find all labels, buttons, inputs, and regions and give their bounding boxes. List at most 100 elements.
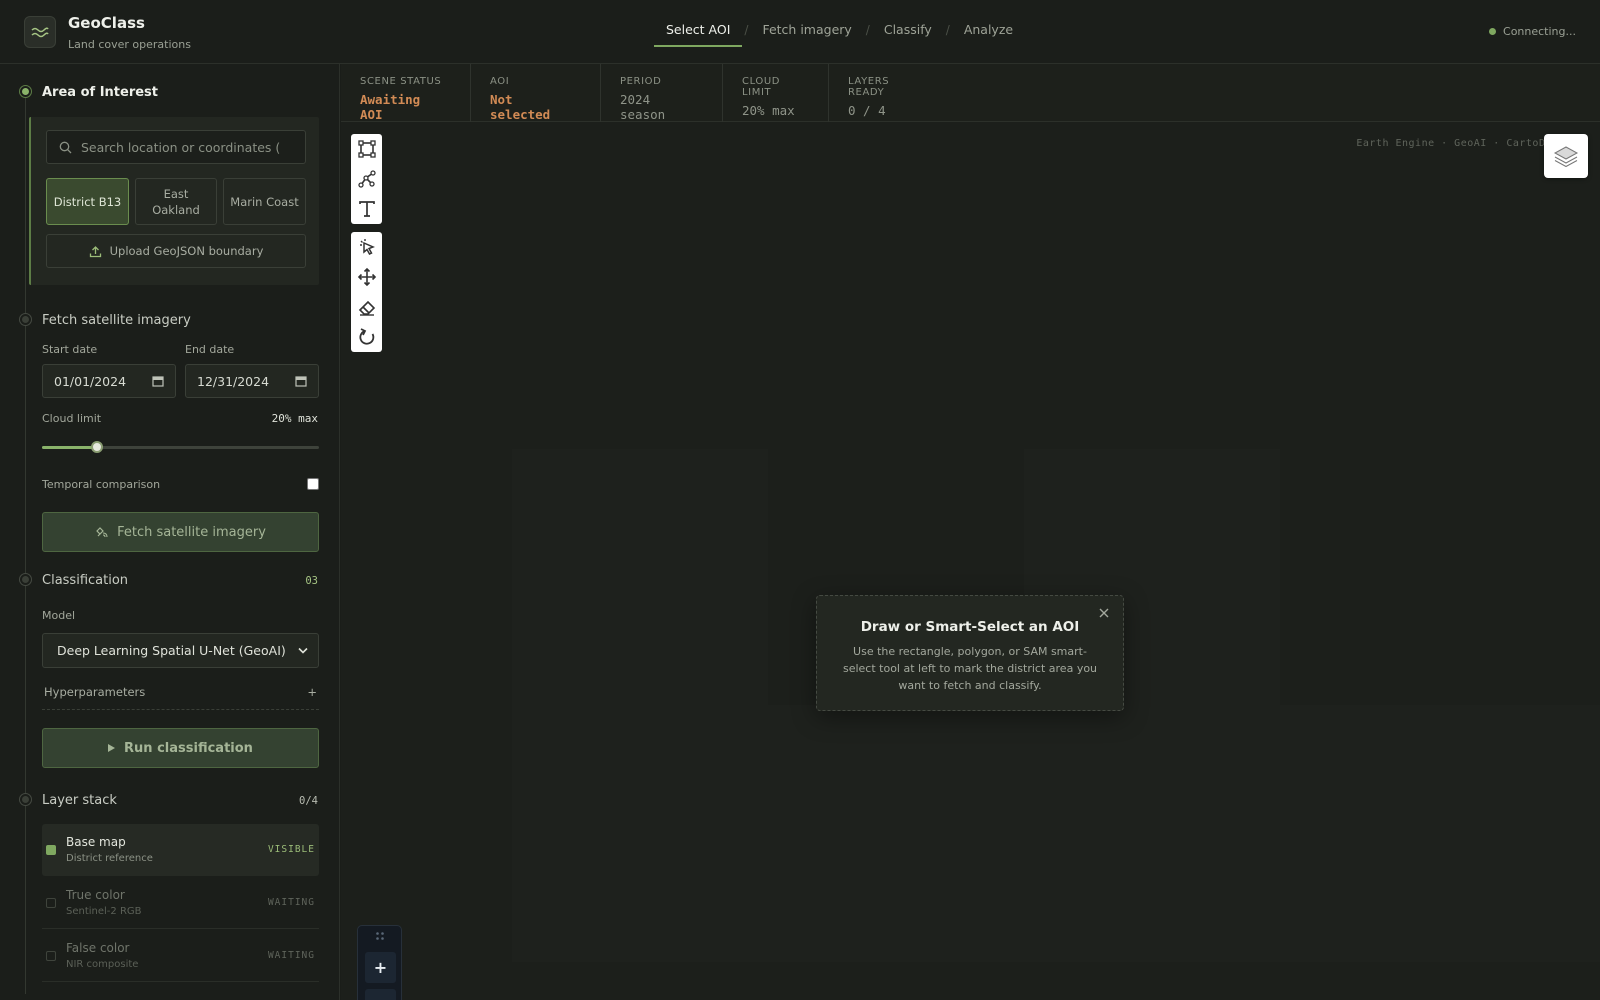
layers-icon bbox=[1553, 146, 1579, 168]
stat-value: Awaiting AOI bbox=[360, 92, 421, 122]
step-fetch-imagery[interactable]: Fetch imagery bbox=[748, 22, 865, 47]
section-dot-aoi bbox=[20, 86, 31, 97]
stat-label: SCENE STATUS bbox=[360, 76, 442, 87]
scene-status-bar: SCENE STATUS Awaiting AOI AOI Not select… bbox=[341, 64, 1600, 122]
temporal-comparison-checkbox[interactable] bbox=[307, 478, 319, 490]
layer-name: True color bbox=[66, 888, 125, 902]
upload-geojson-button[interactable]: Upload GeoJSON boundary bbox=[46, 234, 306, 268]
layer-row-false-color[interactable]: False color NIR composite WAITING bbox=[42, 930, 319, 982]
end-date-input[interactable]: 12/31/2024 bbox=[185, 364, 319, 398]
layer-toggle[interactable] bbox=[46, 951, 56, 961]
search-placeholder: Search location or coordinates (lat, bbox=[81, 139, 281, 155]
draw-rectangle-tool[interactable] bbox=[351, 134, 382, 164]
stat-value: 2024 season bbox=[620, 92, 666, 122]
layer-status: WAITING bbox=[267, 950, 315, 961]
section-title-classification: Classification bbox=[42, 573, 129, 588]
dialog-body: Use the rectangle, polygon, or SAM smart… bbox=[842, 645, 1098, 692]
app-subtitle: Land cover operations bbox=[68, 38, 191, 51]
aoi-panel: Search location or coordinates (lat, Dis… bbox=[29, 117, 319, 285]
layer-desc: Sentinel-2 RGB bbox=[66, 906, 142, 917]
stat-value: 20% max bbox=[742, 103, 795, 118]
edit-toolbar bbox=[351, 232, 382, 352]
close-icon[interactable] bbox=[1099, 608, 1109, 618]
stat-scene-status: SCENE STATUS Awaiting AOI bbox=[341, 64, 471, 122]
layer-toggle[interactable] bbox=[46, 845, 56, 855]
step-classify[interactable]: Classify bbox=[870, 22, 946, 47]
fetch-imagery-button[interactable]: Fetch satellite imagery bbox=[42, 512, 319, 552]
model-label: Model bbox=[42, 609, 76, 622]
zoom-out-button[interactable] bbox=[365, 989, 396, 1000]
cursor-click-icon bbox=[359, 239, 375, 255]
rotate-icon bbox=[358, 328, 374, 345]
run-classification-button[interactable]: Run classification bbox=[42, 728, 319, 768]
timeline-line bbox=[25, 94, 26, 994]
layer-status: WAITING bbox=[267, 897, 315, 908]
stat-label: CLOUD LIMIT bbox=[742, 76, 781, 98]
stat-label: LAYERS READY bbox=[848, 76, 890, 98]
layer-toggle[interactable] bbox=[46, 898, 56, 908]
layer-switcher-button[interactable] bbox=[1544, 134, 1588, 178]
map-tile bbox=[512, 449, 768, 705]
end-date-value: 12/31/2024 bbox=[197, 373, 270, 389]
stat-value: Not selected bbox=[490, 92, 551, 122]
model-select[interactable]: Deep Learning Spatial U-Net (GeoAI) bbox=[42, 633, 319, 668]
upload-icon bbox=[89, 245, 101, 257]
stat-label: AOI bbox=[490, 76, 510, 87]
zoom-control: + bbox=[357, 925, 402, 1000]
drag-handle-icon[interactable] bbox=[375, 931, 385, 941]
stat-period: PERIOD 2024 season bbox=[601, 64, 723, 122]
layer-row-base-map[interactable]: Base map District reference VISIBLE bbox=[42, 824, 319, 876]
map-canvas[interactable]: Earth Engine · GeoAI · CartoDB Draw or S… bbox=[341, 122, 1600, 1000]
satellite-icon bbox=[96, 526, 108, 537]
app-title: GeoClass bbox=[68, 14, 145, 32]
polygon-icon bbox=[357, 170, 376, 188]
draw-polygon-tool[interactable] bbox=[351, 164, 382, 194]
connection-status: Connecting... bbox=[1489, 25, 1576, 38]
layer-desc: NIR composite bbox=[66, 959, 139, 970]
fetch-button-label: Fetch satellite imagery bbox=[117, 524, 266, 540]
stat-aoi: AOI Not selected bbox=[471, 64, 601, 122]
step-analyze[interactable]: Analyze bbox=[950, 22, 1027, 47]
eraser-icon bbox=[358, 300, 375, 316]
stat-value: 0 / 4 bbox=[848, 103, 886, 118]
preset-marin-coast[interactable]: Marin Coast bbox=[223, 178, 306, 225]
erase-tool[interactable] bbox=[351, 292, 382, 322]
calendar-icon bbox=[152, 376, 164, 387]
upload-label: Upload GeoJSON boundary bbox=[109, 244, 264, 258]
app-logo bbox=[24, 16, 56, 48]
waves-icon bbox=[31, 27, 49, 38]
layer-desc: District reference bbox=[66, 853, 153, 864]
map-attribution: Earth Engine · GeoAI · CartoDB bbox=[1356, 138, 1552, 149]
model-value: Deep Learning Spatial U-Net (GeoAI) bbox=[57, 643, 286, 658]
smart-select-tool[interactable] bbox=[351, 232, 382, 262]
hyperparameters-toggle[interactable]: Hyperparameters + bbox=[42, 674, 319, 710]
move-tool[interactable] bbox=[351, 262, 382, 292]
play-icon bbox=[108, 744, 116, 752]
slider-thumb[interactable] bbox=[91, 441, 104, 453]
text-tool[interactable] bbox=[351, 194, 382, 224]
layer-name: False color bbox=[66, 941, 130, 955]
preset-district-b13[interactable]: District B13 bbox=[46, 178, 129, 225]
sidebar: Area of Interest Search location or coor… bbox=[0, 64, 340, 1000]
cloud-limit-slider[interactable] bbox=[42, 441, 319, 453]
end-date-label: End date bbox=[185, 343, 235, 356]
layer-row-true-color[interactable]: True color Sentinel-2 RGB WAITING bbox=[42, 877, 319, 929]
layers-count: 0/4 bbox=[299, 795, 318, 807]
rectangle-icon bbox=[357, 140, 376, 158]
rotate-tool[interactable] bbox=[351, 322, 382, 352]
section-dot-layers bbox=[20, 794, 31, 805]
start-date-input[interactable]: 01/01/2024 bbox=[42, 364, 176, 398]
location-search-input[interactable]: Search location or coordinates (lat, bbox=[46, 130, 306, 164]
run-button-label: Run classification bbox=[124, 740, 253, 756]
dialog-title: Draw or Smart-Select an AOI bbox=[860, 619, 1080, 635]
cloud-limit-value: 20% max bbox=[271, 412, 318, 425]
cloud-limit-label: Cloud limit bbox=[42, 412, 102, 425]
layer-name: Base map bbox=[66, 835, 126, 849]
preset-east-oakland[interactable]: East Oakland bbox=[135, 178, 217, 225]
step-select-aoi[interactable]: Select AOI bbox=[652, 22, 744, 47]
section-dot-classification bbox=[20, 574, 31, 585]
layer-status: VISIBLE bbox=[267, 844, 315, 855]
aoi-hint-dialog: Draw or Smart-Select an AOI Use the rect… bbox=[816, 595, 1124, 711]
section-title-layers: Layer stack bbox=[42, 793, 117, 808]
zoom-in-button[interactable]: + bbox=[365, 952, 396, 983]
